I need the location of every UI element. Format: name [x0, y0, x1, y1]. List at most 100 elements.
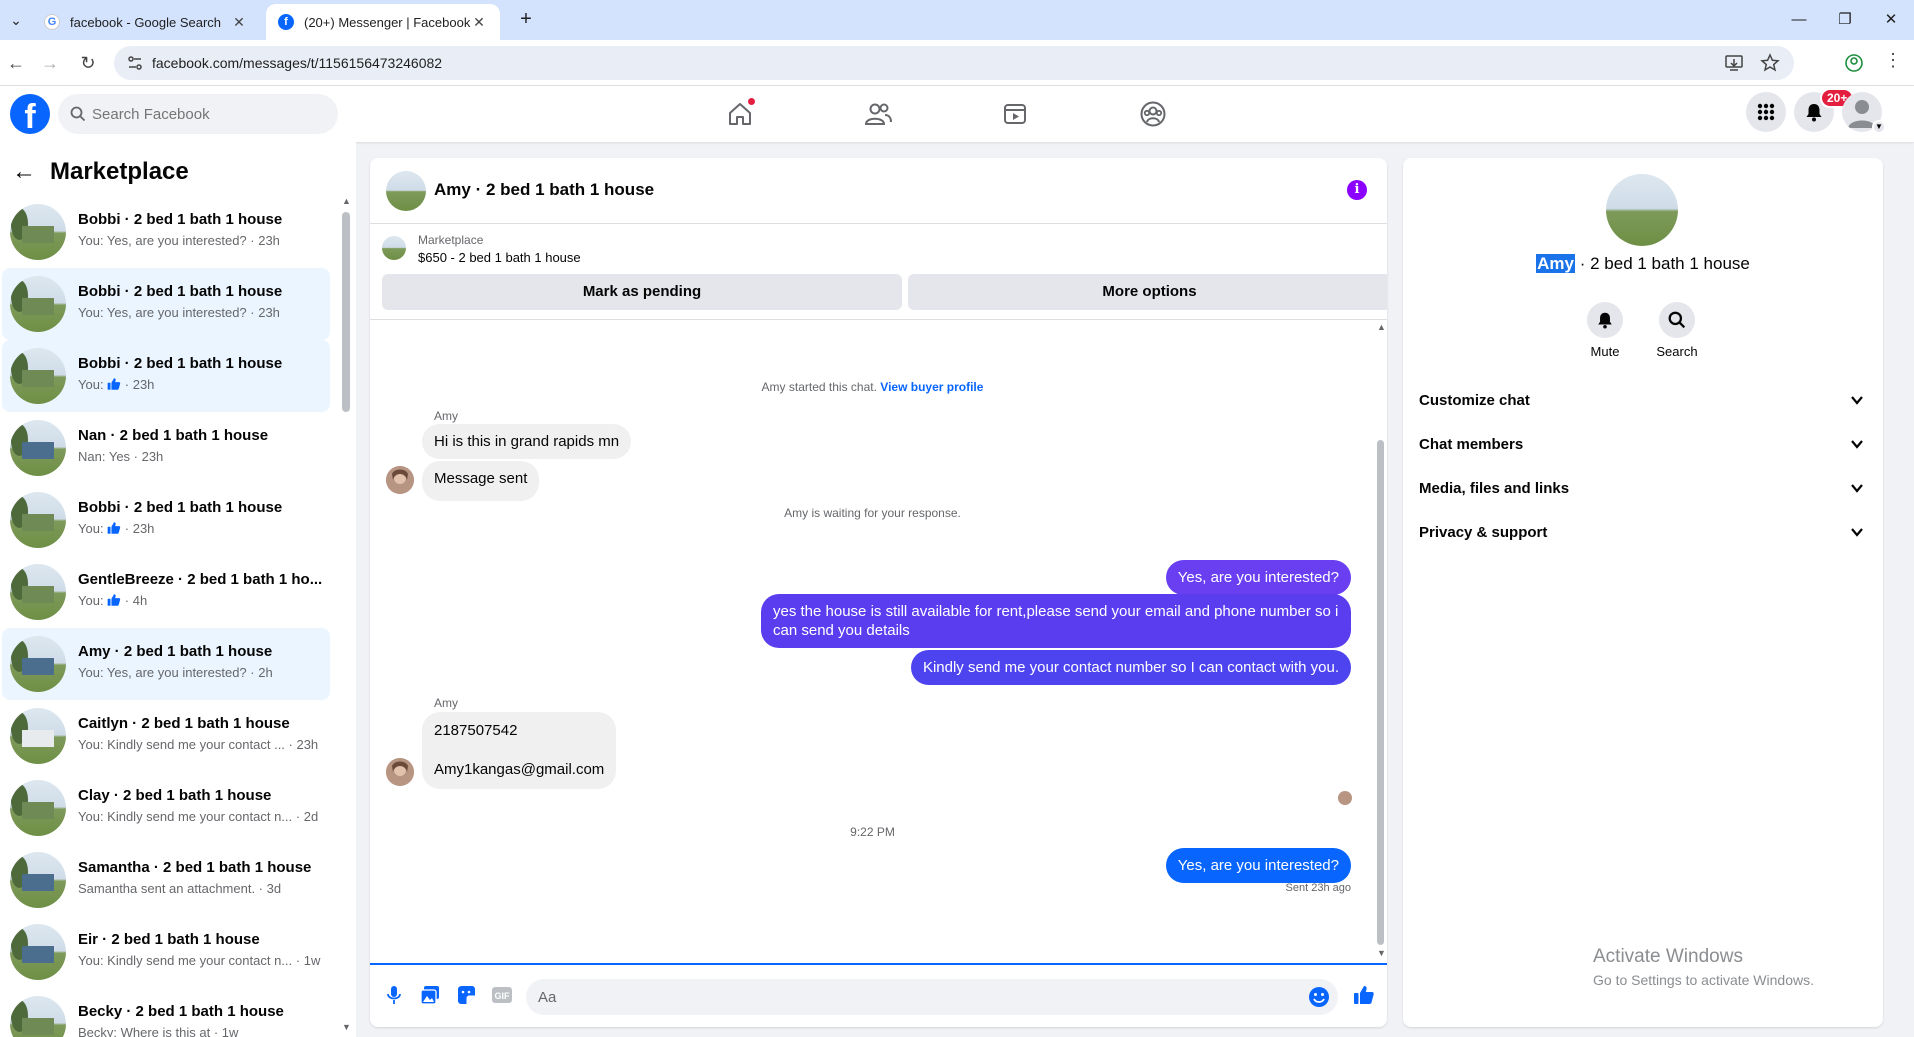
new-tab-button[interactable]: +: [514, 8, 538, 32]
listing-price-title[interactable]: $650 - 2 bed 1 bath 1 house: [418, 250, 581, 265]
email-text: Amy1kangas@gmail.com: [434, 761, 605, 778]
profile-icon[interactable]: [1844, 53, 1864, 73]
incoming-message[interactable]: Hi is this in grand rapids mn: [422, 424, 632, 459]
scroll-up-arrow-icon[interactable]: ▲: [342, 196, 351, 206]
browser-menu-icon[interactable]: ⋮: [1884, 50, 1902, 71]
conversation-item[interactable]: Bobbi · 2 bed 1 bath 1 house You: Yes, ar…: [2, 268, 330, 340]
conversation-item[interactable]: GentleBreeze · 2 bed 1 bath 1 ho... You: …: [2, 556, 330, 628]
menu-button[interactable]: [1746, 92, 1786, 132]
groups-nav-button[interactable]: [1133, 94, 1173, 134]
privacy-support-section[interactable]: Privacy & support: [1411, 512, 1875, 556]
snippet-time: · 23h: [121, 521, 155, 536]
more-options-button[interactable]: More options: [908, 274, 1387, 310]
chevron-down-icon: [1851, 396, 1863, 405]
close-window-icon[interactable]: ✕: [1876, 8, 1906, 32]
tab-search-dropdown-icon[interactable]: ⌄: [4, 8, 28, 32]
outgoing-message[interactable]: Yes, are you interested?: [1165, 848, 1351, 883]
details-name-highlight[interactable]: Amy: [1536, 254, 1575, 273]
scroll-down-arrow-icon[interactable]: ▼: [1377, 948, 1386, 958]
message-input-wrapper[interactable]: [526, 979, 1338, 1015]
conversation-item[interactable]: Caitlyn · 2 bed 1 bath 1 house You: Kindl…: [2, 700, 330, 772]
conversation-item[interactable]: Bobbi · 2 bed 1 bath 1 house You: · 23h: [2, 484, 330, 556]
conversation-name: Samantha · 2 bed 1 bath 1 house: [78, 859, 312, 876]
attach-media-button[interactable]: [416, 981, 444, 1009]
tab-messenger[interactable]: f (20+) Messenger | Facebook ✕: [266, 4, 500, 40]
listing-avatar-large[interactable]: [1606, 174, 1678, 246]
chevron-down-icon: [1851, 484, 1863, 493]
address-bar[interactable]: facebook.com/messages/t/1156156473246082: [114, 46, 1794, 80]
video-nav-button[interactable]: [995, 94, 1035, 134]
facebook-search-input[interactable]: [92, 94, 328, 134]
account-chevron-icon[interactable]: ▼: [1872, 120, 1886, 134]
conversation-name: Nan · 2 bed 1 bath 1 house: [78, 427, 269, 444]
message-input[interactable]: [538, 979, 1298, 1015]
send-like-button[interactable]: [1350, 981, 1378, 1009]
conversation-item[interactable]: Becky · 2 bed 1 bath 1 house Becky: Where…: [2, 988, 330, 1037]
sender-avatar[interactable]: [386, 758, 414, 786]
listing-thumbnail[interactable]: [382, 236, 406, 260]
snippet-time: · 2d: [292, 809, 319, 824]
chat-avatar[interactable]: [386, 171, 426, 211]
incoming-contact-message[interactable]: 2187507542 Amy1kangas@gmail.com: [422, 712, 617, 789]
mark-as-pending-button[interactable]: Mark as pending: [382, 274, 902, 310]
close-tab-icon[interactable]: ✕: [230, 14, 248, 31]
conversation-name: Bobbi · 2 bed 1 bath 1 house: [78, 499, 283, 516]
voice-clip-button[interactable]: [380, 981, 408, 1009]
info-icon[interactable]: i: [1347, 180, 1367, 200]
home-nav-button[interactable]: [720, 94, 760, 134]
scroll-up-arrow-icon[interactable]: ▲: [1377, 322, 1386, 332]
sticker-button[interactable]: [452, 981, 480, 1009]
back-arrow-icon[interactable]: ←: [12, 158, 36, 186]
chat-scrollbar[interactable]: ▲ ▼: [1375, 320, 1387, 960]
conversation-item[interactable]: Bobbi · 2 bed 1 bath 1 house You: · 23h: [2, 340, 330, 412]
section-label: Chat members: [1419, 436, 1524, 453]
conversation-item[interactable]: Nan · 2 bed 1 bath 1 house Nan: Yes · 23h: [2, 412, 330, 484]
chat-title[interactable]: Amy · 2 bed 1 bath 1 house: [434, 180, 654, 200]
conversation-item[interactable]: Bobbi · 2 bed 1 bath 1 house You: Yes, ar…: [2, 196, 330, 268]
gif-button[interactable]: GIF: [488, 981, 516, 1009]
outgoing-message[interactable]: Yes, are you interested?: [1165, 560, 1351, 595]
house-thumbnail: [10, 924, 66, 980]
conversation-item[interactable]: Amy · 2 bed 1 bath 1 house You: Yes, are …: [2, 628, 330, 700]
snippet-time: · 4h: [121, 593, 148, 608]
customize-chat-section[interactable]: Customize chat: [1411, 380, 1875, 424]
sender-avatar[interactable]: [386, 466, 414, 494]
friends-nav-button[interactable]: [858, 94, 898, 134]
sender-name: Amy: [434, 409, 458, 423]
forward-icon[interactable]: →: [38, 51, 62, 75]
chat-scroll-thumb[interactable]: [1377, 440, 1384, 945]
search-in-chat-action[interactable]: Search: [1647, 302, 1707, 359]
conversation-item[interactable]: Eir · 2 bed 1 bath 1 house You: Kindly se…: [2, 916, 330, 988]
minimize-icon[interactable]: —: [1784, 8, 1814, 32]
emoji-icon[interactable]: [1308, 986, 1330, 1008]
thumbs-up-icon: [1354, 986, 1374, 1004]
listing-bar: Marketplace $650 - 2 bed 1 bath 1 house …: [370, 224, 1387, 320]
back-icon[interactable]: ←: [4, 51, 28, 75]
outgoing-message[interactable]: yes the house is still available for ren…: [761, 594, 1351, 648]
install-app-icon[interactable]: [1724, 53, 1744, 73]
chat-members-section[interactable]: Chat members: [1411, 424, 1875, 468]
thumbs-up-icon: [107, 594, 121, 606]
bookmark-star-icon[interactable]: [1760, 53, 1780, 73]
activate-windows-watermark: Activate Windows Go to Settings to activ…: [1593, 946, 1814, 988]
media-files-links-section[interactable]: Media, files and links: [1411, 468, 1875, 512]
outgoing-message[interactable]: Kindly send me your contact number so I …: [910, 650, 1351, 685]
facebook-search[interactable]: [58, 94, 338, 134]
conversation-item[interactable]: Samantha · 2 bed 1 bath 1 house Samantha …: [2, 844, 330, 916]
mute-action[interactable]: Mute: [1575, 302, 1635, 359]
site-settings-icon[interactable]: [126, 54, 144, 72]
sender-name: Amy: [434, 696, 458, 710]
conversation-scrollbar[interactable]: [342, 212, 350, 412]
reload-icon[interactable]: ↻: [76, 51, 100, 75]
search-icon: [1668, 311, 1686, 329]
conversation-snippet: You: · 4h: [78, 593, 323, 608]
facebook-logo-icon[interactable]: f: [10, 94, 50, 134]
conversation-item[interactable]: Clay · 2 bed 1 bath 1 house You: Kindly s…: [2, 772, 330, 844]
scroll-down-arrow-icon[interactable]: ▼: [342, 1022, 351, 1032]
restore-icon[interactable]: ❐: [1830, 8, 1860, 32]
tab-google-search[interactable]: G facebook - Google Search ✕: [32, 4, 260, 40]
view-buyer-profile-link[interactable]: View buyer profile: [880, 380, 983, 394]
marketplace-header: ← Marketplace: [12, 154, 189, 190]
close-tab-icon[interactable]: ✕: [470, 14, 488, 31]
incoming-message[interactable]: Message sent: [422, 461, 540, 501]
